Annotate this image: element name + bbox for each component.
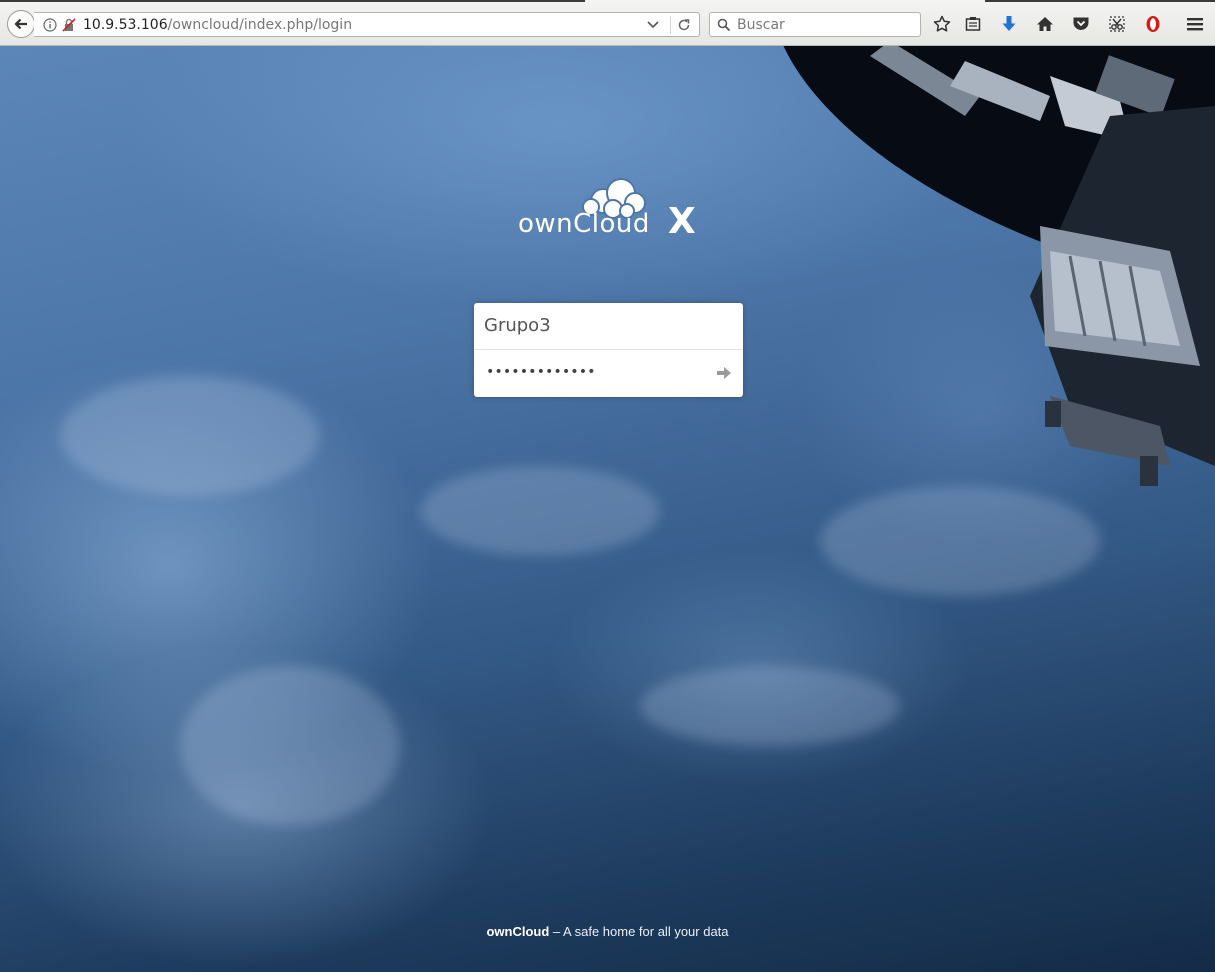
footer-brand[interactable]: ownCloud xyxy=(486,924,549,939)
login-form: Grupo3 ••••••••••••• xyxy=(474,303,743,397)
satellite-image xyxy=(870,46,1215,486)
logo-version-mark: X xyxy=(668,201,696,242)
search-icon xyxy=(716,17,732,33)
username-field[interactable]: Grupo3 xyxy=(474,303,743,350)
opera-icon[interactable] xyxy=(1142,13,1164,35)
cloud-decoration xyxy=(180,666,400,826)
scissors-icon[interactable] xyxy=(1106,13,1128,35)
footer-tagline-text: – A safe home for all your data xyxy=(549,924,729,939)
url-host: 10.9.53.106 xyxy=(83,16,168,33)
login-page: ownCloud X Grupo3 ••••••••••••• ownCloud… xyxy=(0,46,1215,972)
chevron-down-icon[interactable] xyxy=(645,16,661,34)
search-input[interactable] xyxy=(737,16,917,33)
cloud-decoration xyxy=(640,666,900,746)
logo-brand-text: ownCloud xyxy=(518,209,650,239)
cloud-decoration xyxy=(60,376,320,496)
tab-strip xyxy=(0,0,1215,2)
hamburger-icon[interactable] xyxy=(1184,13,1206,35)
url-text[interactable]: 10.9.53.106/owncloud/index.php/login xyxy=(83,17,352,33)
back-arrow-icon xyxy=(14,18,27,30)
back-button[interactable] xyxy=(7,10,35,38)
clipboard-icon[interactable] xyxy=(962,13,984,35)
pocket-icon[interactable] xyxy=(1070,13,1092,35)
search-bar[interactable] xyxy=(709,12,921,37)
url-divider xyxy=(670,16,671,34)
footer-tagline: ownCloud – A safe home for all your data xyxy=(0,924,1215,939)
home-icon[interactable] xyxy=(1034,13,1056,35)
cloud-decoration xyxy=(820,486,1100,596)
browser-toolbar: 10.9.53.106/owncloud/index.php/login xyxy=(0,0,1215,46)
url-path: /owncloud/index.php/login xyxy=(167,16,353,33)
insecure-lock-icon[interactable] xyxy=(61,17,77,33)
info-icon[interactable] xyxy=(42,17,58,33)
cloud-decoration xyxy=(420,466,660,556)
login-submit-button[interactable] xyxy=(715,364,733,382)
arrow-right-icon xyxy=(717,367,731,379)
reload-icon[interactable] xyxy=(676,16,692,34)
download-icon[interactable] xyxy=(998,13,1020,35)
password-field[interactable]: ••••••••••••• xyxy=(474,350,743,397)
address-bar[interactable]: 10.9.53.106/owncloud/index.php/login xyxy=(34,12,700,37)
owncloud-logo: ownCloud X xyxy=(518,171,698,243)
star-icon[interactable] xyxy=(931,13,953,35)
